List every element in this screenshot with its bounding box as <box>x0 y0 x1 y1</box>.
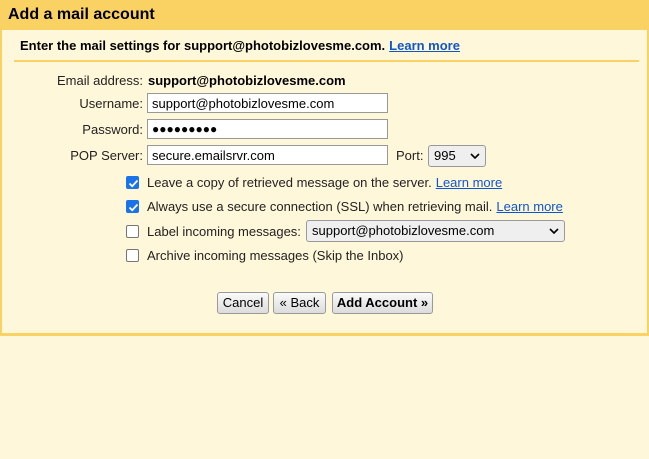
checkmark-icon <box>128 179 139 188</box>
pop-server-field[interactable] <box>147 145 388 165</box>
dialog-title: Add a mail account <box>8 6 155 23</box>
username-field[interactable] <box>147 93 388 113</box>
port-value: 995 <box>434 148 456 163</box>
password-label: Password: <box>82 122 143 137</box>
email-address-label: Email address: <box>57 73 143 88</box>
secure-connection-label: Always use a secure connection (SSL) whe… <box>147 199 493 214</box>
cancel-button[interactable]: Cancel <box>217 292 269 314</box>
chevron-down-icon <box>549 228 559 235</box>
label-incoming-select[interactable]: support@photobizlovesme.com <box>306 220 565 242</box>
secure-connection-learn-more-link[interactable]: Learn more <box>496 199 562 214</box>
email-address-value: support@photobizlovesme.com <box>148 73 346 88</box>
label-incoming-label: Label incoming messages: <box>147 224 301 239</box>
back-button[interactable]: « Back <box>273 292 326 314</box>
leave-copy-option: Leave a copy of retrieved message on the… <box>147 175 502 190</box>
pop-server-label: POP Server: <box>70 148 143 163</box>
intro-text: Enter the mail settings for support@phot… <box>20 38 386 53</box>
checkmark-icon <box>128 203 139 212</box>
port-label: Port: <box>396 148 424 163</box>
label-incoming-select-value: support@photobizlovesme.com <box>312 223 495 238</box>
archive-label: Archive incoming messages (Skip the Inbo… <box>147 248 404 263</box>
label-incoming-checkbox[interactable] <box>126 225 139 238</box>
add-account-button[interactable]: Add Account » <box>332 292 433 314</box>
chevron-down-icon <box>470 153 480 160</box>
intro-line: Enter the mail settings for support@phot… <box>20 38 460 53</box>
leave-copy-checkbox[interactable] <box>126 176 139 189</box>
intro-learn-more-link[interactable]: Learn more <box>389 38 460 53</box>
secure-connection-option: Always use a secure connection (SSL) whe… <box>147 199 563 214</box>
leave-copy-learn-more-link[interactable]: Learn more <box>436 175 502 190</box>
archive-checkbox[interactable] <box>126 249 139 262</box>
divider <box>14 60 639 62</box>
secure-connection-checkbox[interactable] <box>126 200 139 213</box>
dialog-header: Add a mail account <box>0 0 649 30</box>
username-label: Username: <box>79 96 143 111</box>
port-select[interactable]: 995 <box>428 145 486 167</box>
leave-copy-label: Leave a copy of retrieved message on the… <box>147 175 432 190</box>
password-field[interactable]: ●●●●●●●●● <box>147 119 388 139</box>
